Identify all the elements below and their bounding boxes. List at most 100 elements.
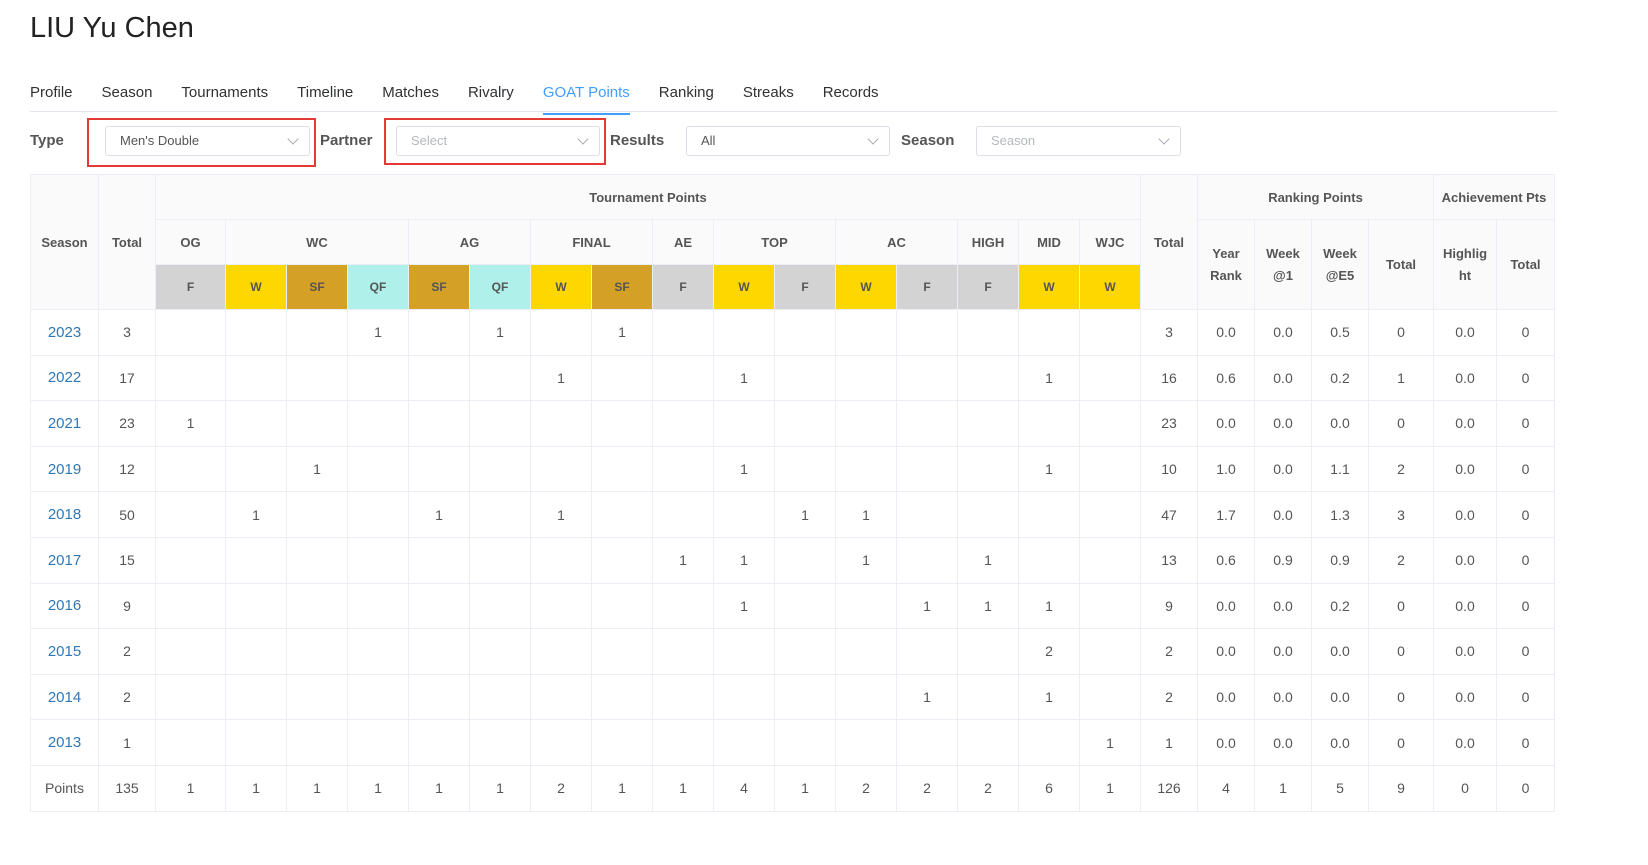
tab-timeline[interactable]: Timeline: [297, 78, 353, 111]
season-link[interactable]: 2016: [48, 597, 81, 614]
tournament-points-cell[interactable]: 1: [713, 582, 775, 630]
partner-select[interactable]: Select: [396, 126, 600, 156]
tournament-points-cell: [591, 582, 653, 630]
highlight-cell: 0.0: [1433, 445, 1497, 493]
tournament-points-cell[interactable]: 1: [591, 309, 653, 356]
weekE5-cell: 1.1: [1311, 445, 1369, 493]
tournament-points-cell[interactable]: 1: [1079, 719, 1141, 766]
tab-bar: Profile Season Tournaments Timeline Matches R…: [30, 78, 1558, 115]
tournament-points-cell[interactable]: 1: [896, 582, 958, 630]
tournament-points-cell: [835, 400, 897, 447]
tournament-points-cell[interactable]: 2: [957, 764, 1019, 812]
t-total-cell: 47: [1140, 491, 1198, 538]
tournament-points-cell[interactable]: 1: [713, 354, 775, 402]
a-total-cell: 0: [1496, 673, 1555, 721]
tournament-points-cell[interactable]: 1: [652, 764, 714, 812]
tournament-points-cell[interactable]: 2: [896, 764, 958, 812]
tab-streaks[interactable]: Streaks: [743, 78, 794, 111]
tournament-points-cell[interactable]: 1: [1018, 445, 1080, 493]
season-select[interactable]: Season: [976, 126, 1181, 156]
season-link[interactable]: 2019: [48, 461, 81, 478]
tournament-points-cell[interactable]: 2: [1018, 628, 1080, 675]
tournament-points-cell: [1018, 400, 1080, 447]
tournament-points-cell[interactable]: 1: [469, 309, 531, 356]
tournament-points-cell: [1079, 673, 1141, 721]
season-link[interactable]: 2023: [48, 324, 81, 341]
tournament-points-cell[interactable]: 1: [957, 582, 1019, 630]
tournament-points-cell[interactable]: 1: [1018, 673, 1080, 721]
tournament-points-cell[interactable]: 1: [652, 536, 714, 584]
tournament-points-cell[interactable]: 1: [286, 445, 348, 493]
tournament-points-cell[interactable]: 1: [774, 764, 836, 812]
season-link[interactable]: 2022: [48, 369, 81, 386]
tournament-points-cell: [155, 582, 226, 630]
tournament-points-cell[interactable]: 1: [530, 354, 592, 402]
tournament-points-cell[interactable]: 1: [347, 764, 409, 812]
tournament-points-cell: [225, 719, 287, 766]
tournament-points-cell[interactable]: 1: [530, 491, 592, 538]
tournament-points-cell[interactable]: 1: [286, 764, 348, 812]
tab-goat-points[interactable]: GOAT Points: [542, 78, 630, 115]
tab-profile[interactable]: Profile: [30, 78, 73, 111]
tab-tournaments[interactable]: Tournaments: [181, 78, 268, 111]
tournament-points-cell: [225, 309, 287, 356]
tab-ranking[interactable]: Ranking: [659, 78, 714, 111]
tournament-points-cell[interactable]: 1: [1018, 582, 1080, 630]
tournament-points-cell[interactable]: 1: [713, 536, 775, 584]
tournament-points-cell: [155, 491, 226, 538]
tournament-points-cell[interactable]: 6: [1018, 764, 1080, 812]
tournament-points-cell: [408, 582, 470, 630]
season-link[interactable]: 2015: [48, 643, 81, 660]
points-label: Points: [30, 764, 99, 812]
tournament-points-cell[interactable]: 1: [469, 764, 531, 812]
season-link[interactable]: 2017: [48, 552, 81, 569]
tournament-points-cell[interactable]: 1: [835, 491, 897, 538]
tournament-points-cell: [408, 400, 470, 447]
tournament-points-cell[interactable]: 1: [957, 536, 1019, 584]
tournament-points-cell[interactable]: 1: [1079, 764, 1141, 812]
tournament-points-cell[interactable]: 4: [713, 764, 775, 812]
tournament-points-cell[interactable]: 1: [835, 536, 897, 584]
tournament-points-cell: [713, 491, 775, 538]
tournament-points-cell[interactable]: 2: [530, 764, 592, 812]
type-label: Type: [30, 132, 64, 149]
type-select[interactable]: Men's Double: [105, 126, 310, 156]
tournament-points-cell: [774, 309, 836, 356]
season-link[interactable]: 2021: [48, 415, 81, 432]
results-select[interactable]: All: [686, 126, 890, 156]
tab-season[interactable]: Season: [102, 78, 153, 111]
tournament-points-cell[interactable]: 1: [591, 764, 653, 812]
tab-rivalry[interactable]: Rivalry: [468, 78, 514, 111]
week1-cell: 0.0: [1254, 445, 1312, 493]
tournament-points-cell[interactable]: 1: [347, 309, 409, 356]
tournament-points-cell[interactable]: 1: [155, 400, 226, 447]
tournament-points-cell: [835, 719, 897, 766]
tournament-points-cell: [225, 582, 287, 630]
chevron-down-icon: [577, 133, 589, 145]
col-header-tournament-total: Total: [1140, 174, 1198, 310]
tournament-points-cell[interactable]: 2: [835, 764, 897, 812]
tab-matches[interactable]: Matches: [382, 78, 439, 111]
tab-records[interactable]: Records: [823, 78, 879, 111]
tournament-points-cell[interactable]: 1: [225, 491, 287, 538]
tournament-points-cell[interactable]: 1: [774, 491, 836, 538]
tournament-points-cell: [591, 628, 653, 675]
tournament-points-cell[interactable]: 1: [408, 764, 470, 812]
tournament-points-cell[interactable]: 1: [155, 764, 226, 812]
tournament-points-cell: [896, 719, 958, 766]
season-link[interactable]: 2013: [48, 734, 81, 751]
tournament-points-cell[interactable]: 1: [713, 445, 775, 493]
tournament-points-cell[interactable]: 1: [896, 673, 958, 721]
tournament-points-cell[interactable]: 1: [408, 491, 470, 538]
season-link[interactable]: 2018: [48, 506, 81, 523]
tournament-points-cell[interactable]: 1: [225, 764, 287, 812]
col-header-week-at-e5-line1: Week: [1323, 245, 1357, 261]
a-total-cell: 0: [1496, 628, 1555, 675]
tournament-points-cell[interactable]: 1: [1018, 354, 1080, 402]
season-link[interactable]: 2014: [48, 689, 81, 706]
tournament-header-wc: WC: [225, 219, 409, 265]
weekE5-cell: 0.2: [1311, 354, 1369, 402]
a-total-cell: 0: [1496, 445, 1555, 493]
tournament-points-cell: [957, 400, 1019, 447]
col-header-highlight-line1: Highlig: [1442, 245, 1488, 261]
